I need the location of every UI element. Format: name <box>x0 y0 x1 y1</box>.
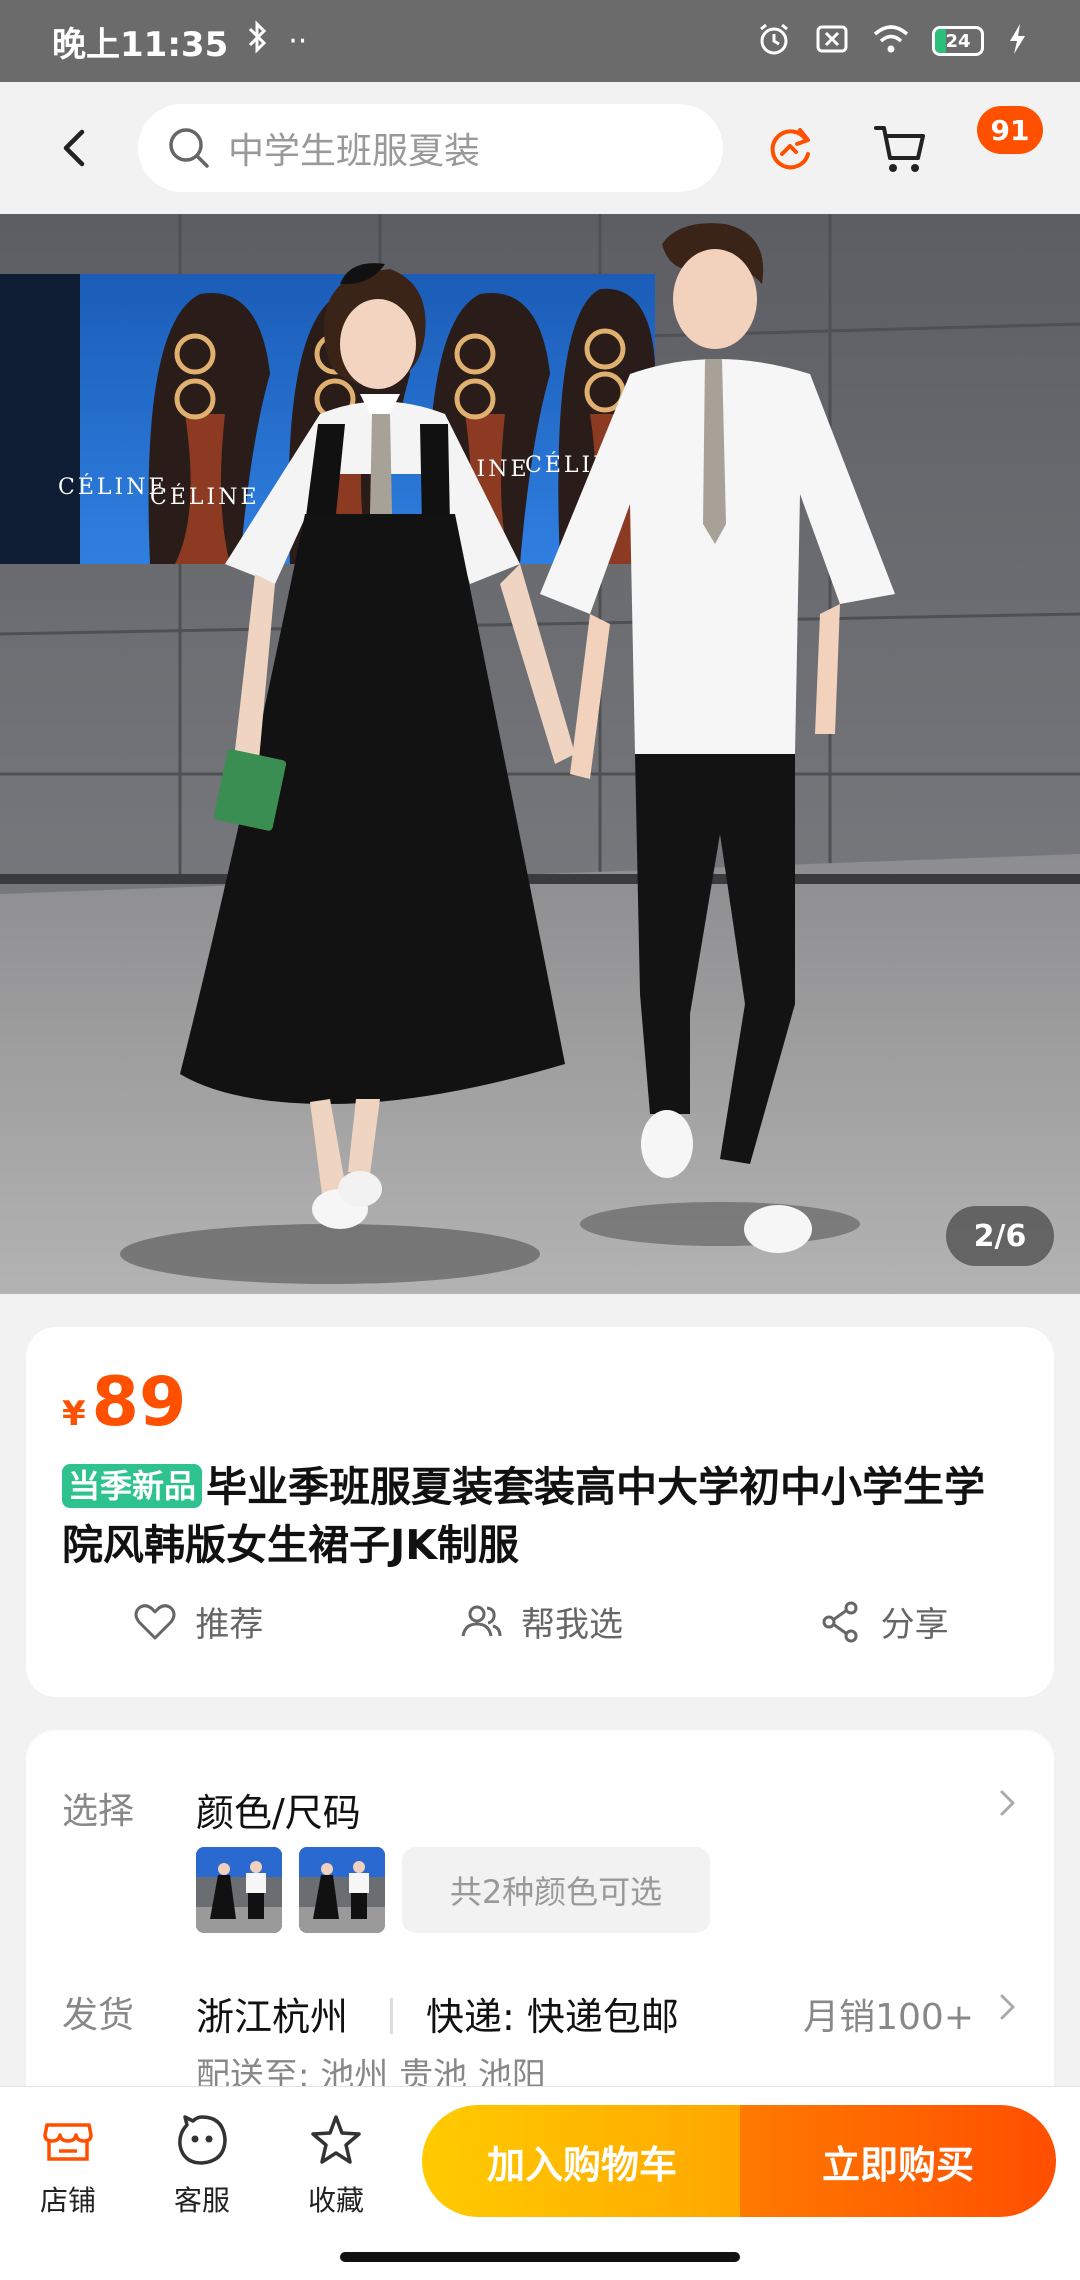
store-icon <box>43 2123 93 2161</box>
store-label: 店铺 <box>39 2184 96 2217</box>
buy-now-button[interactable]: 立即购买 <box>740 2105 1056 2217</box>
recommend-label: 推荐 <box>195 1605 264 1645</box>
options-card: 选择 颜色/尺码 共2种颜色可选 发货 浙江杭州 快递: 快递包邮 月销100+… <box>26 1730 1054 2130</box>
more-indicator: ·· <box>288 23 308 59</box>
back-button[interactable] <box>48 120 104 176</box>
store-button[interactable]: 店铺 <box>18 2111 118 2219</box>
sim-off-icon <box>814 21 850 61</box>
share-label: 分享 <box>880 1605 949 1645</box>
refresh-share-icon <box>770 128 810 170</box>
charging-icon <box>1006 22 1028 60</box>
heart-icon <box>134 1603 176 1639</box>
wifi-icon <box>872 23 910 59</box>
currency-symbol: ¥ <box>62 1394 86 1434</box>
top-nav: 中学生班服夏装 91 <box>0 82 1080 214</box>
chevron-right-icon <box>1000 1790 1015 1816</box>
cart-button[interactable] <box>870 118 930 178</box>
customer-service-button[interactable]: 客服 <box>152 2111 252 2219</box>
service-label: 客服 <box>173 2184 230 2217</box>
new-arrival-tag: 当季新品 <box>62 1464 203 1508</box>
back-arrow-icon <box>63 129 85 167</box>
battery-icon: 24 <box>932 26 984 56</box>
bottom-action-bar: 店铺 客服 收藏 加入购物车 立即购买 <box>0 2086 1080 2280</box>
ship-label: 发货 <box>62 1995 135 2036</box>
recommend-button[interactable]: 推荐 <box>26 1597 369 1646</box>
add-to-cart-button[interactable]: 加入购物车 <box>422 2105 742 2217</box>
alarm-icon <box>756 21 792 61</box>
status-bar: 晚上11:35 ·· 24 <box>0 0 1080 82</box>
share-icon <box>822 1601 858 1642</box>
favorite-label: 收藏 <box>307 2184 364 2217</box>
share-button[interactable]: 分享 <box>711 1597 1054 1646</box>
home-indicator[interactable] <box>340 2252 740 2262</box>
ship-from: 浙江杭州 <box>196 1995 349 2039</box>
chevron-right-icon <box>1000 1994 1015 2020</box>
poster-brand-text: CÉLINE <box>150 483 260 510</box>
bluetooth-icon <box>246 20 270 62</box>
express-info: 快递: 快递包邮 <box>426 1995 679 2039</box>
image-counter: 2/6 <box>946 1206 1054 1266</box>
product-title-block: 当季新品 毕业季班服夏装套装高中大学初中小学生学院风韩版女生裙子JK制服 <box>62 1458 1018 1574</box>
product-gallery[interactable]: CÉLINE CÉLINE CÉLINE CÉLINE 2/6 <box>0 214 1080 1294</box>
star-icon <box>311 2115 361 2164</box>
help-choose-button[interactable]: 帮我选 <box>369 1597 712 1646</box>
battery-level: 24 <box>945 30 971 52</box>
color-thumbnail[interactable] <box>196 1847 282 1933</box>
help-choose-label: 帮我选 <box>521 1605 623 1645</box>
color-thumbnail-image <box>299 1847 385 1933</box>
divider <box>390 1998 393 2034</box>
product-actions: 推荐 帮我选 分享 <box>26 1597 1054 1646</box>
product-photo: CÉLINE CÉLINE CÉLINE CÉLINE <box>0 214 1080 1294</box>
price: ¥ 89 <box>62 1363 1018 1442</box>
search-placeholder: 中学生班服夏装 <box>228 131 481 172</box>
select-label: 选择 <box>62 1791 135 1832</box>
people-icon <box>461 1605 502 1636</box>
favorite-button[interactable]: 收藏 <box>286 2111 386 2219</box>
monthly-sales: 月销100+ <box>803 1997 974 2038</box>
product-info-card: ¥ 89 当季新品 毕业季班服夏装套装高中大学初中小学生学院风韩版女生裙子JK制服… <box>26 1327 1054 1697</box>
color-thumbnail-image <box>196 1847 282 1933</box>
cart-icon <box>874 126 925 172</box>
search-icon <box>169 128 209 168</box>
color-count-pill[interactable]: 共2种颜色可选 <box>402 1847 710 1933</box>
search-input[interactable]: 中学生班服夏装 <box>138 104 723 192</box>
customer-service-icon <box>178 2115 227 2165</box>
share-refresh-button[interactable] <box>760 118 820 178</box>
status-time: 晚上11:35 <box>52 24 229 65</box>
price-amount: 89 <box>91 1363 187 1442</box>
select-value: 颜色/尺码 <box>196 1791 361 1835</box>
color-thumbnail[interactable] <box>299 1847 385 1933</box>
cart-badge: 91 <box>977 106 1043 154</box>
